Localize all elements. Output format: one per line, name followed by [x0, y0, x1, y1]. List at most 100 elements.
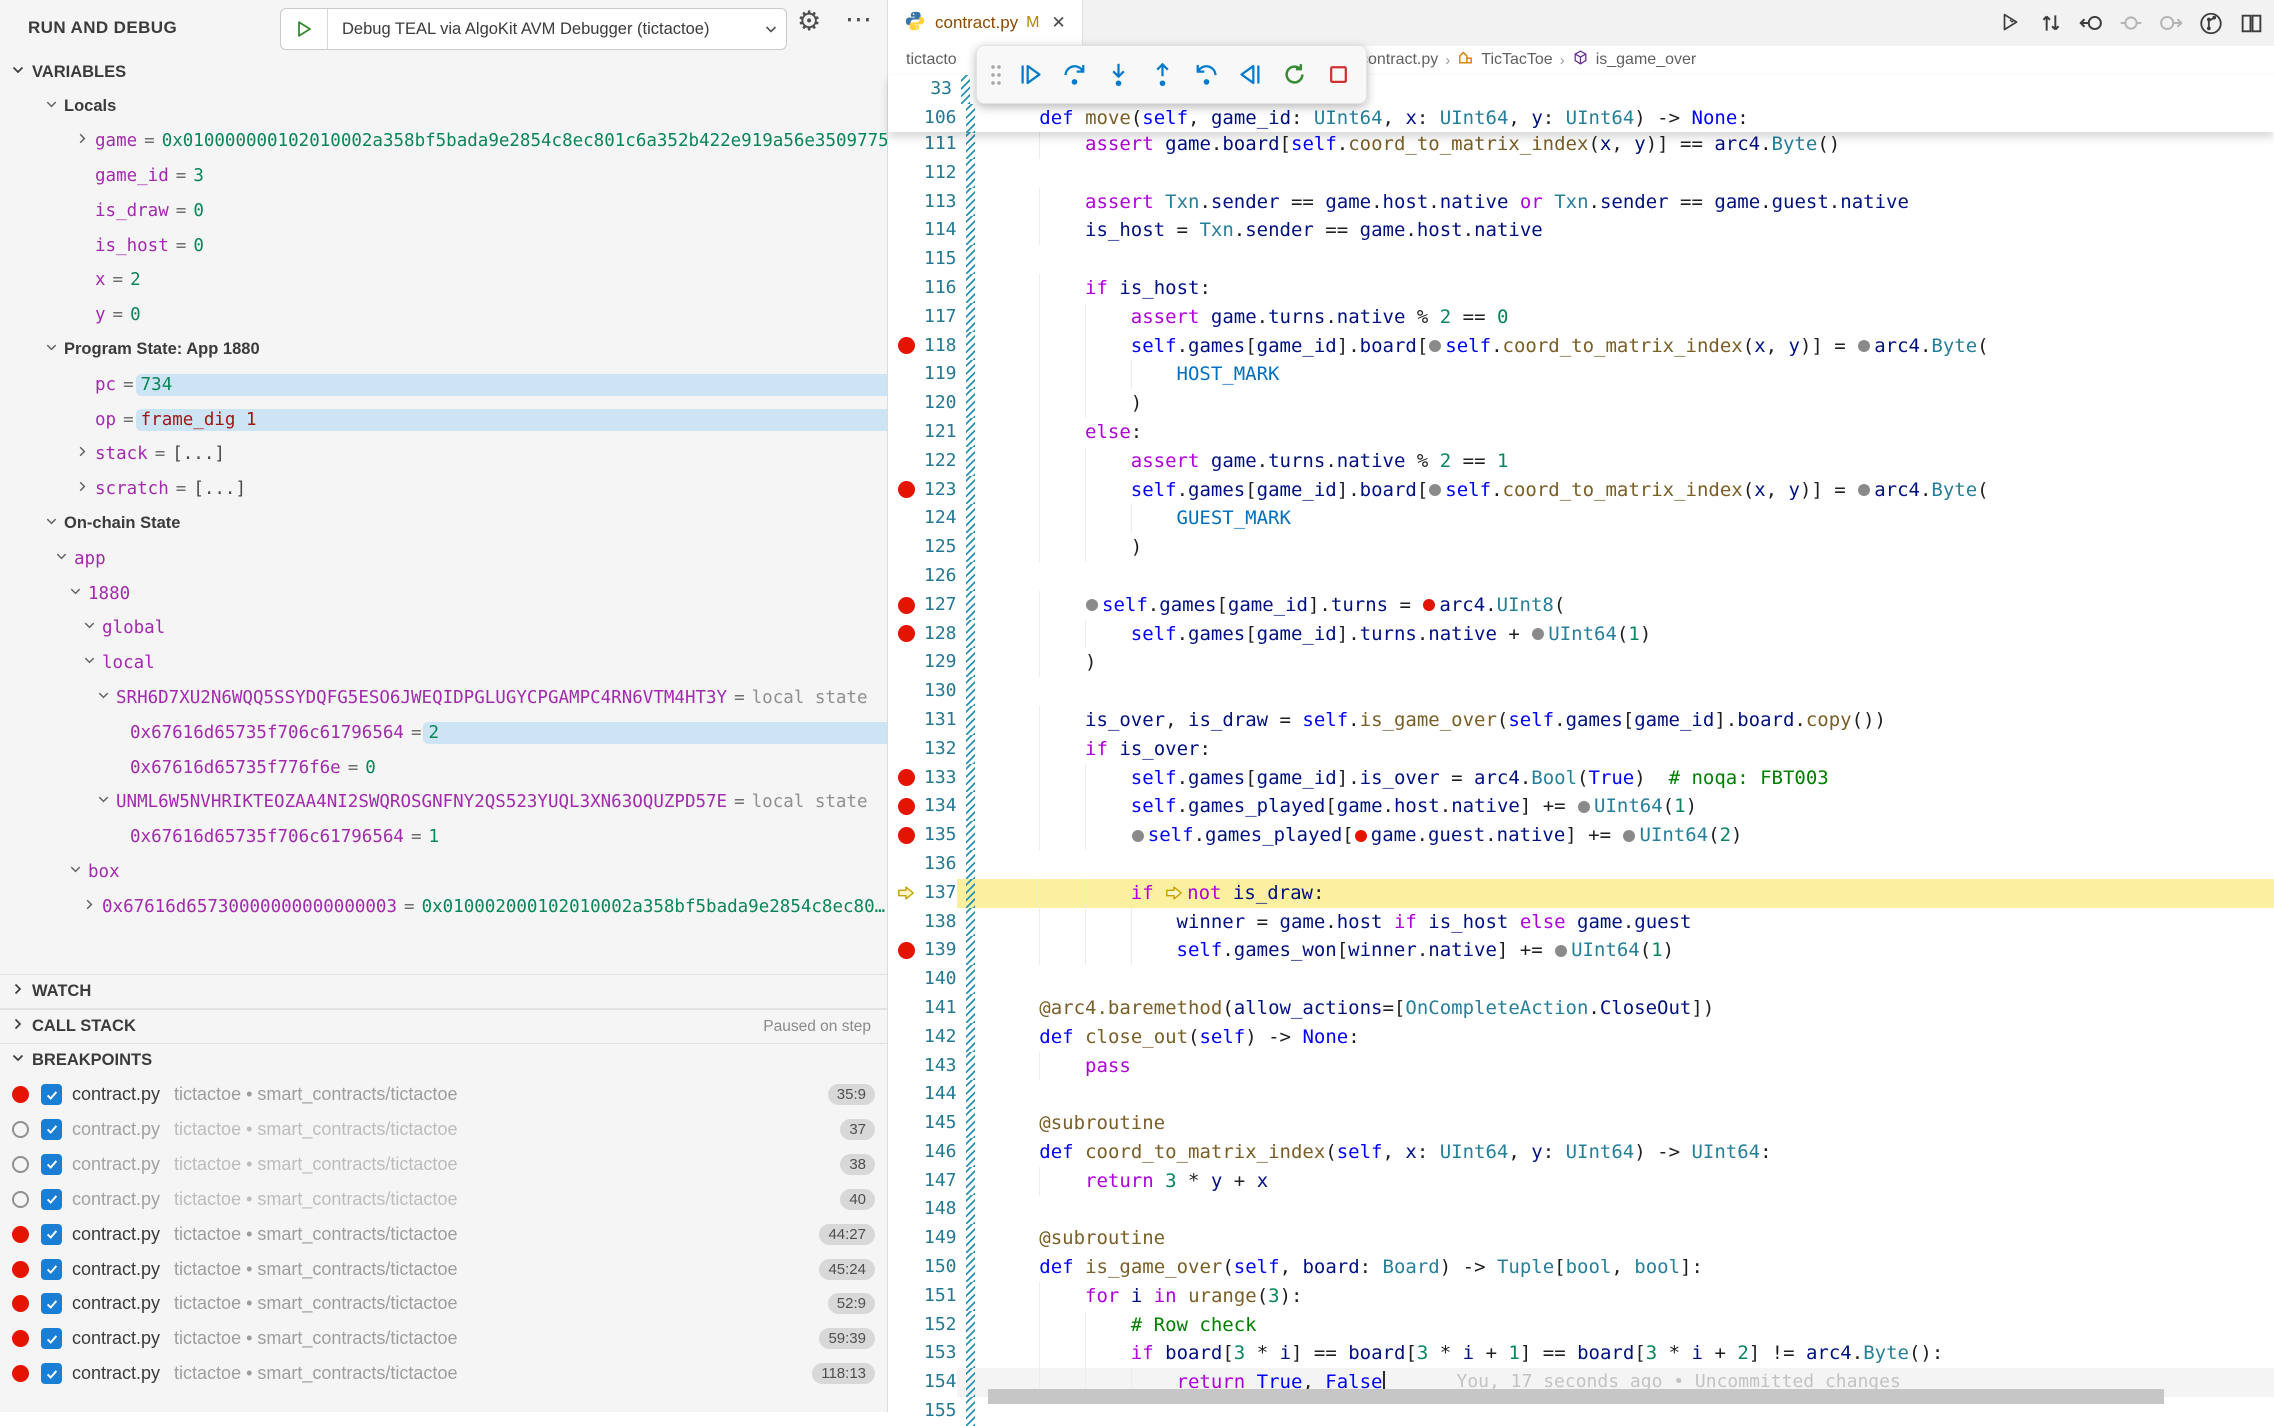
breakpoint-gutter-icon[interactable]	[888, 481, 924, 498]
breakpoint-gutter-icon[interactable]	[888, 798, 924, 815]
code-text[interactable]: is_host = Txn.sender == game.host.native	[975, 216, 2274, 245]
code-text[interactable]: if board[3 * i] == board[3 * i + 1] == b…	[975, 1339, 2274, 1368]
code-line[interactable]: 136	[888, 850, 2274, 879]
code-text[interactable]: pass	[975, 1052, 2274, 1081]
ellipsis-icon[interactable]: ⋯	[845, 4, 872, 35]
inline-breakpoint-icon[interactable]	[1429, 484, 1441, 496]
tree-row[interactable]: 0x67616d65735f706c61796564=2	[0, 715, 887, 750]
code-text[interactable]: self.games[game_id].board[self.coord_to_…	[975, 332, 2274, 361]
step-into-button[interactable]	[1098, 55, 1138, 95]
checkbox-checked[interactable]	[41, 1189, 62, 1210]
code-text[interactable]	[975, 562, 2274, 591]
code-line[interactable]: 124 GUEST_MARK	[888, 504, 2274, 533]
breakpoint-icon[interactable]	[898, 798, 915, 815]
code-text[interactable]: else:	[975, 418, 2274, 447]
breakpoint-gutter-icon[interactable]	[888, 597, 924, 614]
code-text[interactable]: if not is_draw:	[975, 879, 2274, 908]
tree-row[interactable]: 0x67616d65735f776f6e=0	[0, 750, 887, 785]
inline-breakpoint-icon[interactable]	[1858, 340, 1870, 352]
breakpoint-row[interactable]: contract.pytictactoe • smart_contracts/t…	[0, 1356, 887, 1391]
tree-row[interactable]: local	[0, 646, 887, 681]
code-text[interactable]	[975, 677, 2274, 706]
breakpoint-unverified-icon[interactable]	[12, 1156, 29, 1173]
drag-handle-icon[interactable]	[985, 55, 1006, 95]
code-line[interactable]: 120 )	[888, 389, 2274, 418]
breadcrumb-file[interactable]: contract.py	[1360, 51, 1438, 69]
code-line[interactable]: 138 winner = game.host if is_host else g…	[888, 908, 2274, 937]
debug-config-dropdown[interactable]: Debug TEAL via AlgoKit AVM Debugger (tic…	[280, 8, 787, 50]
breakpoint-gutter-icon[interactable]	[888, 942, 924, 959]
variable-row[interactable]: scratch=[...]	[0, 472, 887, 507]
variable-row[interactable]: y=0	[0, 298, 887, 333]
code-line[interactable]: 135 self.games_played[game.guest.native]…	[888, 821, 2274, 850]
inline-breakpoint-icon[interactable]	[1086, 599, 1098, 611]
breakpoint-row[interactable]: contract.pytictactoe • smart_contracts/t…	[0, 1182, 887, 1217]
tree-row[interactable]: 0x67616d65730000000000000003=0x010002000…	[0, 889, 887, 924]
chevron-right-icon[interactable]	[75, 444, 90, 464]
tree-row[interactable]: app	[0, 541, 887, 576]
variable-row[interactable]: is_draw=0	[0, 193, 887, 228]
chevron-down-icon[interactable]	[96, 792, 111, 812]
code-line[interactable]: 139 self.games_won[winner.native] += UIn…	[888, 936, 2274, 965]
breakpoint-icon[interactable]	[898, 337, 915, 354]
code-text[interactable]: assert game.turns.native % 2 == 1	[975, 447, 2274, 476]
code-text[interactable]: def is_game_over(self, board: Board) -> …	[975, 1253, 2274, 1282]
code-text[interactable]	[975, 245, 2274, 274]
chevron-down-icon[interactable]	[756, 9, 786, 49]
code-line[interactable]: 131 is_over, is_draw = self.is_game_over…	[888, 706, 2274, 735]
breakpoint-gutter-icon[interactable]	[888, 337, 924, 354]
code-line[interactable]: 147 return 3 * y + x	[888, 1167, 2274, 1196]
code-line[interactable]: 153 if board[3 * i] == board[3 * i + 1] …	[888, 1339, 2274, 1368]
code-text[interactable]	[975, 850, 2274, 879]
breakpoint-gutter-icon[interactable]	[888, 769, 924, 786]
code-text[interactable]: self.games[game_id].board[self.coord_to_…	[975, 476, 2274, 505]
code-text[interactable]: @subroutine	[975, 1109, 2274, 1138]
code-text[interactable]: assert Txn.sender == game.host.native or…	[975, 188, 2274, 217]
start-debug-button[interactable]	[281, 9, 328, 49]
code-text[interactable]: def coord_to_matrix_index(self, x: UInt6…	[975, 1138, 2274, 1167]
code-text[interactable]: @subroutine	[975, 1224, 2274, 1253]
code-line[interactable]: 117 assert game.turns.native % 2 == 0	[888, 303, 2274, 332]
code-line[interactable]: 111 assert game.board[self.coord_to_matr…	[888, 130, 2274, 159]
breakpoint-row[interactable]: contract.pytictactoe • smart_contracts/t…	[0, 1217, 887, 1252]
code-line[interactable]: 137 if not is_draw:	[888, 879, 2274, 908]
code-line[interactable]: 128 self.games[game_id].turns.native + U…	[888, 620, 2274, 649]
code-line[interactable]: 118 self.games[game_id].board[self.coord…	[888, 332, 2274, 361]
breakpoint-row[interactable]: contract.pytictactoe • smart_contracts/t…	[0, 1077, 887, 1112]
continue-button[interactable]	[1010, 55, 1050, 95]
code-text[interactable]: self.games[game_id].is_over = arc4.Bool(…	[975, 764, 2274, 793]
code-line[interactable]: 115	[888, 245, 2274, 274]
breakpoint-icon[interactable]	[12, 1295, 29, 1312]
section-locals[interactable]: Locals	[0, 89, 887, 124]
section-on-chain-state[interactable]: On-chain State	[0, 507, 887, 542]
code-line[interactable]: 149 @subroutine	[888, 1224, 2274, 1253]
tree-row[interactable]: 1880	[0, 576, 887, 611]
reverse-continue-button[interactable]	[1230, 55, 1270, 95]
checkbox-checked[interactable]	[41, 1084, 62, 1105]
checkbox-checked[interactable]	[41, 1293, 62, 1314]
code-text[interactable]: def move(self, game_id: UInt64, x: UInt6…	[975, 104, 2274, 133]
code-text[interactable]: self.games_played[game.guest.native] += …	[975, 821, 2274, 850]
breakpoint-gutter-icon[interactable]	[888, 827, 924, 844]
variable-row[interactable]: is_host=0	[0, 228, 887, 263]
tree-row[interactable]: global	[0, 611, 887, 646]
breakpoint-icon[interactable]	[898, 481, 915, 498]
code-text[interactable]: is_over, is_draw = self.is_game_over(sel…	[975, 706, 2274, 735]
step-over-button[interactable]	[1054, 55, 1094, 95]
inline-breakpoint-icon[interactable]	[1555, 945, 1567, 957]
breakpoint-icon[interactable]	[898, 769, 915, 786]
breakpoint-icon[interactable]	[12, 1261, 29, 1278]
code-text[interactable]: )	[975, 533, 2274, 562]
code-text[interactable]: for i in urange(3):	[975, 1282, 2274, 1311]
tab-contract-py[interactable]: contract.py M ✕	[888, 0, 1083, 46]
breakpoint-row[interactable]: contract.pytictactoe • smart_contracts/t…	[0, 1112, 887, 1147]
tree-row[interactable]: box	[0, 855, 887, 890]
call-stack-section-header[interactable]: CALL STACK Paused on step	[0, 1009, 887, 1044]
inline-breakpoint-icon[interactable]	[1578, 801, 1590, 813]
checkbox-checked[interactable]	[41, 1224, 62, 1245]
breakpoint-icon[interactable]	[12, 1226, 29, 1243]
checkbox-checked[interactable]	[41, 1259, 62, 1280]
variable-row[interactable]: op=frame_dig 1	[0, 402, 887, 437]
variable-row[interactable]: x=2	[0, 263, 887, 298]
breakpoint-row[interactable]: contract.pytictactoe • smart_contracts/t…	[0, 1286, 887, 1321]
